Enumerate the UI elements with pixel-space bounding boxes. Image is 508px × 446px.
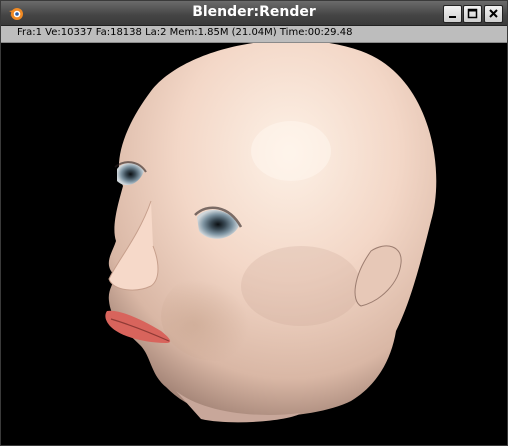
close-icon xyxy=(489,9,498,18)
render-stats-text: Fra:1 Ve:10337 Fa:18138 La:2 Mem:1.85M (… xyxy=(17,27,353,38)
close-button[interactable] xyxy=(484,5,503,23)
render-window: Blender:Render Fra:1 Ve:10337 Fa:18138 L… xyxy=(0,0,508,446)
window-title: Blender:Render xyxy=(192,4,316,20)
minimize-icon xyxy=(449,16,456,18)
title-bar[interactable]: Blender:Render xyxy=(1,1,507,26)
minimize-button[interactable] xyxy=(443,5,462,23)
rendered-head-image xyxy=(1,43,507,445)
maximize-icon xyxy=(467,8,478,19)
render-viewport[interactable] xyxy=(1,43,507,445)
render-status-bar: Fra:1 Ve:10337 Fa:18138 La:2 Mem:1.85M (… xyxy=(1,26,507,43)
maximize-button[interactable] xyxy=(463,5,482,23)
